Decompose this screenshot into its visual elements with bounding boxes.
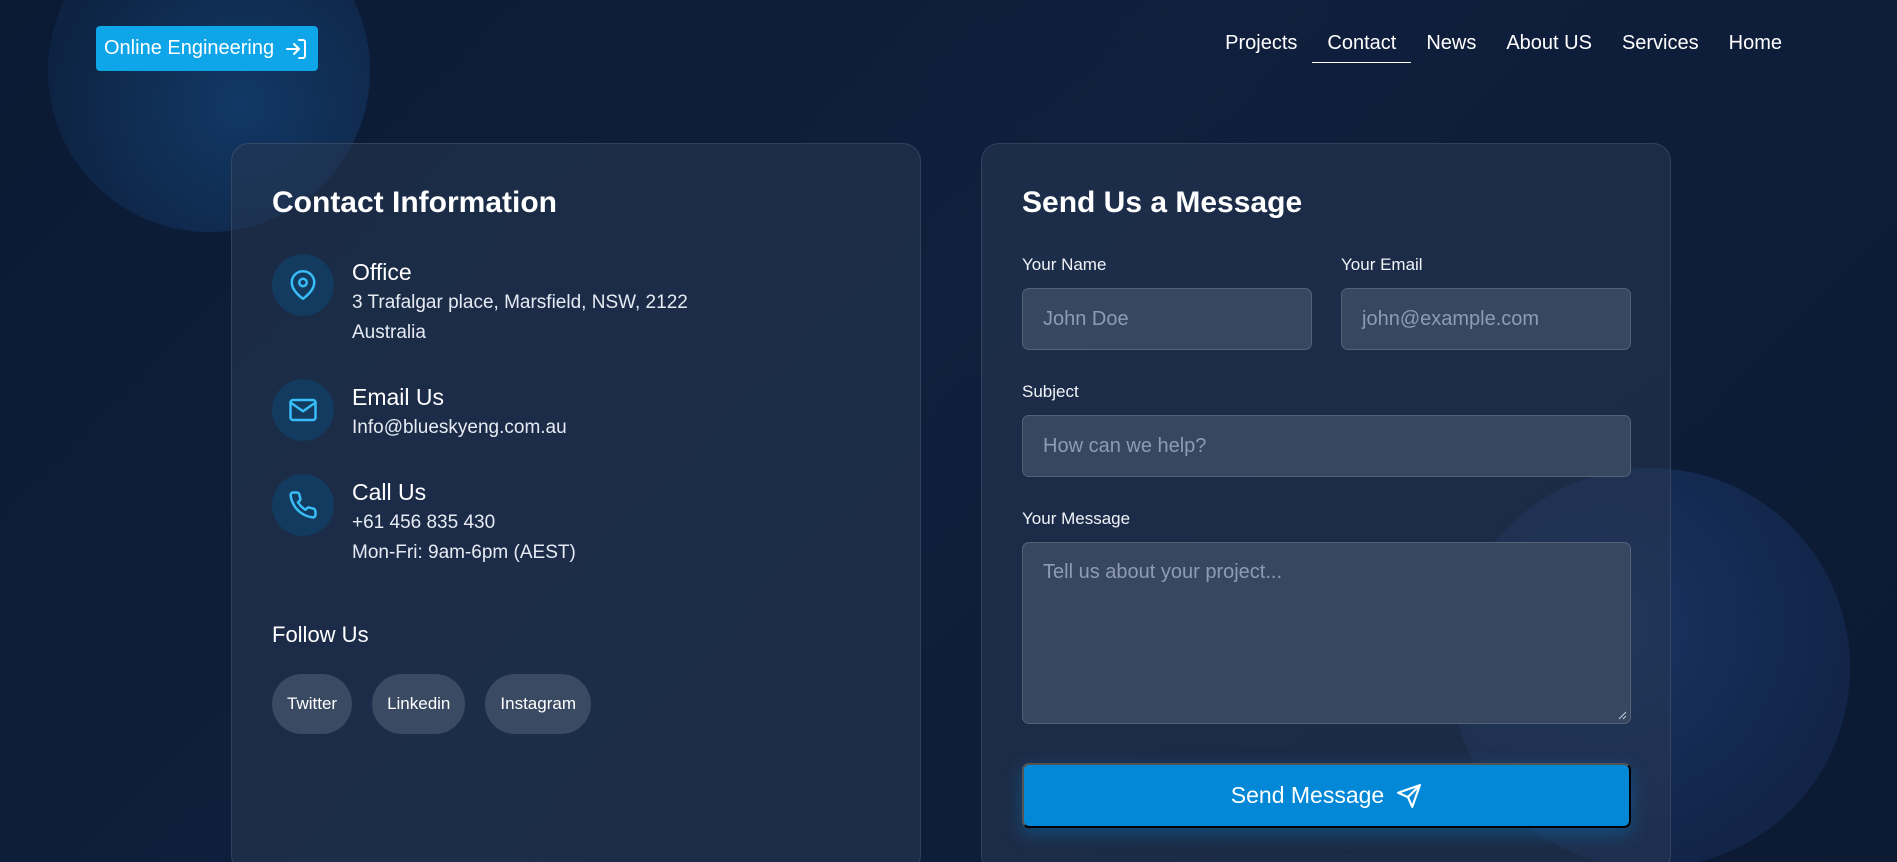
social-linkedin-button[interactable]: Linkedin xyxy=(372,674,466,734)
nav-contact[interactable]: Contact xyxy=(1312,28,1412,63)
nav-projects[interactable]: Projects xyxy=(1210,28,1312,63)
contact-info-card: Contact Information Office 3 Trafalgar p… xyxy=(231,143,921,862)
message-label: Your Message xyxy=(1022,509,1131,528)
main-nav: Projects Contact News About US Services … xyxy=(1210,28,1797,63)
social-instagram-button[interactable]: Instagram xyxy=(485,674,591,734)
phone-info: Call Us +61 456 835 430 Mon-Fri: 9am-6pm… xyxy=(272,474,576,568)
login-icon xyxy=(286,38,307,59)
brand-label: Online Engineering xyxy=(104,37,275,59)
email-label: Your Email xyxy=(1341,255,1423,274)
send-message-label: Send Message xyxy=(1230,782,1385,808)
nav-about-us[interactable]: About US xyxy=(1491,28,1607,63)
message-form-card: Send Us a Message Your Name John Doe You… xyxy=(981,143,1671,862)
office-heading: Office xyxy=(352,259,412,285)
phone-icon xyxy=(272,474,334,536)
send-message-button[interactable]: Send Message xyxy=(1022,763,1631,828)
name-placeholder: John Doe xyxy=(1043,307,1129,330)
phone-heading: Call Us xyxy=(352,479,427,505)
office-info: Office 3 Trafalgar place, Marsfield, NSW… xyxy=(272,254,688,348)
phone-hours: Mon-Fri: 9am-6pm (AEST) xyxy=(352,542,576,563)
message-placeholder: Tell us about your project... xyxy=(1043,561,1283,583)
phone-number[interactable]: +61 456 835 430 xyxy=(352,508,576,538)
follow-us-title: Follow Us xyxy=(272,622,369,647)
email-placeholder: john@example.com xyxy=(1362,307,1540,330)
message-form-title: Send Us a Message xyxy=(1022,186,1303,219)
email-address[interactable]: Info@blueskyeng.com.au xyxy=(352,413,567,443)
nav-services[interactable]: Services xyxy=(1607,28,1714,63)
message-textarea[interactable]: Tell us about your project... xyxy=(1022,542,1631,724)
contact-info-title: Contact Information xyxy=(272,186,557,219)
resize-grip-icon[interactable] xyxy=(1617,710,1627,720)
brand-login-button[interactable]: Online Engineering xyxy=(96,26,319,71)
send-icon xyxy=(1397,783,1422,808)
office-address-line1: 3 Trafalgar place, Marsfield, NSW, 2122 xyxy=(352,292,688,313)
nav-news[interactable]: News xyxy=(1411,28,1491,63)
nav-home[interactable]: Home xyxy=(1714,28,1797,63)
map-pin-icon xyxy=(272,254,334,316)
email-input[interactable]: john@example.com xyxy=(1341,288,1631,350)
subject-input[interactable]: How can we help? xyxy=(1022,415,1631,477)
social-links: Twitter Linkedin Instagram xyxy=(272,674,591,734)
office-address-line2: Australia xyxy=(352,322,426,343)
email-info: Email Us Info@blueskyeng.com.au xyxy=(272,379,567,443)
name-label: Your Name xyxy=(1022,255,1107,274)
name-input[interactable]: John Doe xyxy=(1022,288,1312,350)
mail-icon xyxy=(272,379,334,441)
subject-label: Subject xyxy=(1022,382,1079,401)
subject-placeholder: How can we help? xyxy=(1043,434,1207,457)
email-heading: Email Us xyxy=(352,384,445,410)
social-twitter-button[interactable]: Twitter xyxy=(272,674,353,734)
